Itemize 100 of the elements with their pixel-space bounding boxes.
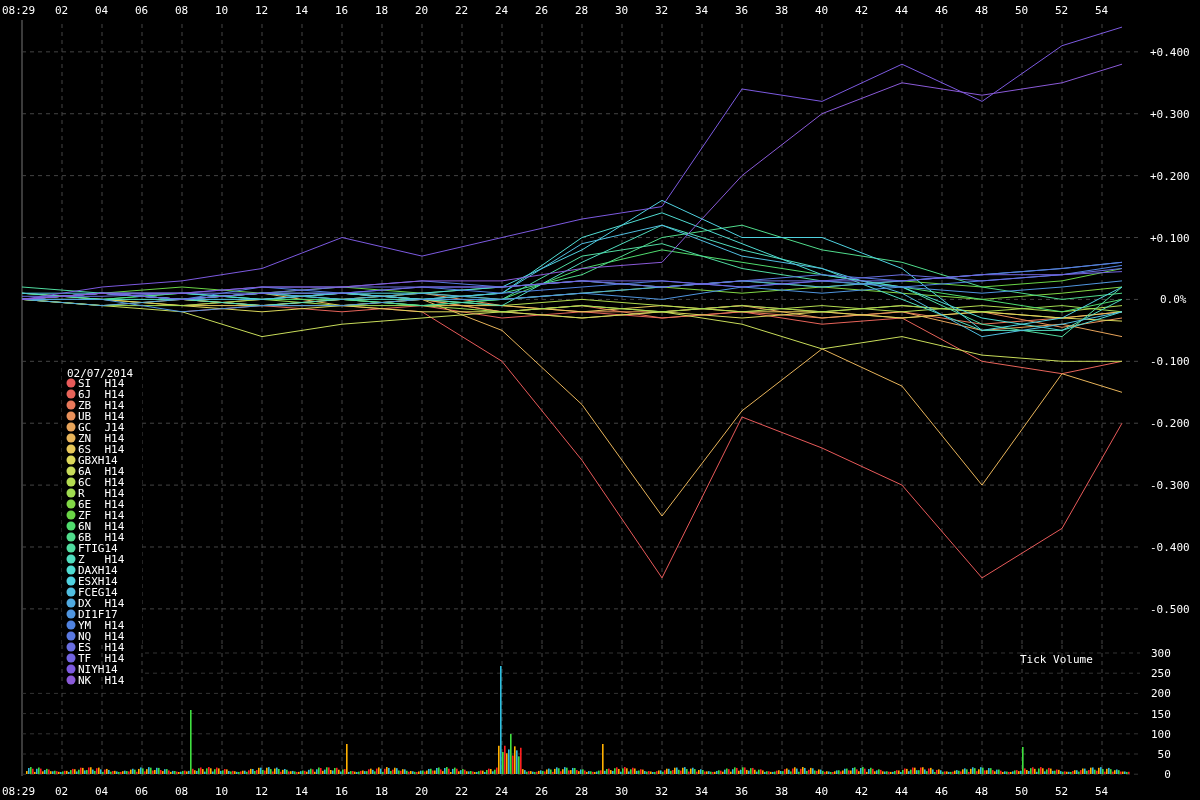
axis-label: 20 bbox=[415, 4, 429, 17]
axis-label: -0.300 bbox=[1150, 479, 1190, 493]
axis-label: 0.0% bbox=[1160, 293, 1187, 307]
axis-label: 54 bbox=[1095, 4, 1109, 17]
axis-label: 12 bbox=[255, 785, 269, 798]
axis-label: 04 bbox=[95, 785, 109, 798]
legend-label: TF H14 bbox=[78, 652, 125, 665]
axis-label: 40 bbox=[815, 785, 829, 798]
axis-label: 12 bbox=[255, 4, 269, 17]
legend-label: 6N H14 bbox=[78, 520, 125, 533]
legend-label: ESXH14 bbox=[78, 575, 118, 588]
axis-label: 48 bbox=[975, 785, 989, 798]
axis-label: 200 bbox=[1151, 687, 1171, 701]
legend-label: ZF H14 bbox=[78, 509, 125, 522]
legend-label: ZN H14 bbox=[78, 432, 125, 445]
axis-label: 06 bbox=[135, 4, 149, 17]
legend-label: FTIG14 bbox=[78, 542, 118, 555]
axis-label: 10 bbox=[215, 4, 229, 17]
axis-label: 28 bbox=[575, 785, 589, 798]
axis-label: 02 bbox=[55, 785, 69, 798]
axis-label: 36 bbox=[735, 4, 749, 17]
axis-label: 14 bbox=[295, 785, 309, 798]
axis-label: 38 bbox=[775, 4, 789, 17]
axis-label: +0.300 bbox=[1150, 107, 1190, 121]
axis-label: -0.200 bbox=[1150, 417, 1190, 431]
axis-label: 24 bbox=[495, 4, 509, 17]
axis-label: 08 bbox=[175, 785, 189, 798]
axis-label: 24 bbox=[495, 785, 509, 798]
axis-label: 50 bbox=[1015, 785, 1029, 798]
axis-label: 44 bbox=[895, 4, 909, 17]
legend-label: NIYH14 bbox=[78, 663, 118, 676]
axis-label: 18 bbox=[375, 785, 389, 798]
axis-label: 42 bbox=[855, 785, 869, 798]
axis-label: 08:29 bbox=[2, 785, 36, 798]
axis-label: 52 bbox=[1055, 785, 1069, 798]
axis-label: 48 bbox=[975, 4, 989, 17]
axis-label: 16 bbox=[335, 4, 349, 17]
legend-label: FCEG14 bbox=[78, 586, 118, 599]
legend-label: Z H14 bbox=[78, 553, 125, 566]
axis-label: 54 bbox=[1095, 785, 1109, 798]
axis-label: 100 bbox=[1151, 727, 1171, 741]
axis-label: 02 bbox=[55, 4, 69, 17]
legend-label: 6J H14 bbox=[78, 388, 125, 401]
legend-label: UB H14 bbox=[78, 410, 125, 423]
legend-label: 6A H14 bbox=[78, 465, 125, 478]
legend-label: GBXH14 bbox=[78, 454, 118, 467]
legend-label: ZB H14 bbox=[78, 399, 125, 412]
axis-label: 34 bbox=[695, 785, 709, 798]
axis-label: 50 bbox=[1157, 748, 1171, 761]
axis-label: 0 bbox=[1164, 768, 1171, 782]
legend-label: NK H14 bbox=[78, 674, 125, 687]
volume-title: Tick Volume bbox=[1020, 653, 1093, 666]
axis-label: 38 bbox=[775, 785, 789, 798]
axis-label: 28 bbox=[575, 4, 589, 17]
axis-label: 46 bbox=[935, 4, 949, 17]
legend-label: YM H14 bbox=[78, 619, 125, 632]
axis-label: 32 bbox=[655, 4, 669, 17]
axis-label: +0.400 bbox=[1150, 45, 1190, 59]
axis-label: 52 bbox=[1055, 4, 1069, 17]
legend-label: ES H14 bbox=[78, 641, 125, 654]
legend-label: R H14 bbox=[78, 487, 125, 500]
axis-label: 18 bbox=[375, 4, 389, 17]
axis-label: 30 bbox=[615, 4, 629, 17]
axis-label: 30 bbox=[615, 785, 629, 798]
axis-label: 300 bbox=[1151, 647, 1171, 660]
axis-label: 250 bbox=[1151, 667, 1171, 681]
axis-label: 46 bbox=[935, 785, 949, 798]
axis-label: -0.100 bbox=[1150, 355, 1190, 369]
axis-label: 14 bbox=[295, 4, 309, 17]
axis-label: 06 bbox=[135, 785, 149, 798]
axis-label: 34 bbox=[695, 4, 709, 17]
axis-label: 08:29 bbox=[2, 4, 36, 17]
legend-label: DX H14 bbox=[78, 597, 125, 610]
axis-label: 150 bbox=[1151, 707, 1171, 721]
axis-label: 10 bbox=[215, 785, 229, 798]
axis-label: 22 bbox=[455, 785, 469, 798]
axis-label: 16 bbox=[335, 785, 349, 798]
axis-label: 08 bbox=[175, 4, 189, 17]
legend-label: NQ H14 bbox=[78, 630, 125, 643]
axis-label: 20 bbox=[415, 785, 429, 798]
axis-label: 26 bbox=[535, 4, 549, 17]
axis-label: -0.500 bbox=[1150, 602, 1190, 616]
legend-label: DI1F17 bbox=[78, 608, 118, 621]
legend-label: 6S H14 bbox=[78, 443, 125, 456]
legend-label: 6E H14 bbox=[78, 498, 125, 511]
legend-label: 6C H14 bbox=[78, 476, 125, 489]
legend-label: 6B H14 bbox=[78, 531, 125, 544]
legend-date: 02/07/2014 bbox=[67, 367, 134, 380]
axis-label: 22 bbox=[455, 4, 469, 17]
legend-label: DAXH14 bbox=[78, 564, 118, 577]
axis-label: 42 bbox=[855, 4, 869, 17]
legend-label: GC J14 bbox=[78, 421, 125, 434]
axis-label: +0.200 bbox=[1150, 169, 1190, 183]
axis-label: 32 bbox=[655, 785, 669, 798]
axis-label: -0.400 bbox=[1150, 541, 1190, 554]
axis-label: 04 bbox=[95, 4, 109, 17]
axis-label: 40 bbox=[815, 4, 829, 17]
axis-label: 36 bbox=[735, 785, 749, 798]
axis-label: +0.100 bbox=[1150, 231, 1190, 245]
axis-label: 44 bbox=[895, 785, 909, 798]
